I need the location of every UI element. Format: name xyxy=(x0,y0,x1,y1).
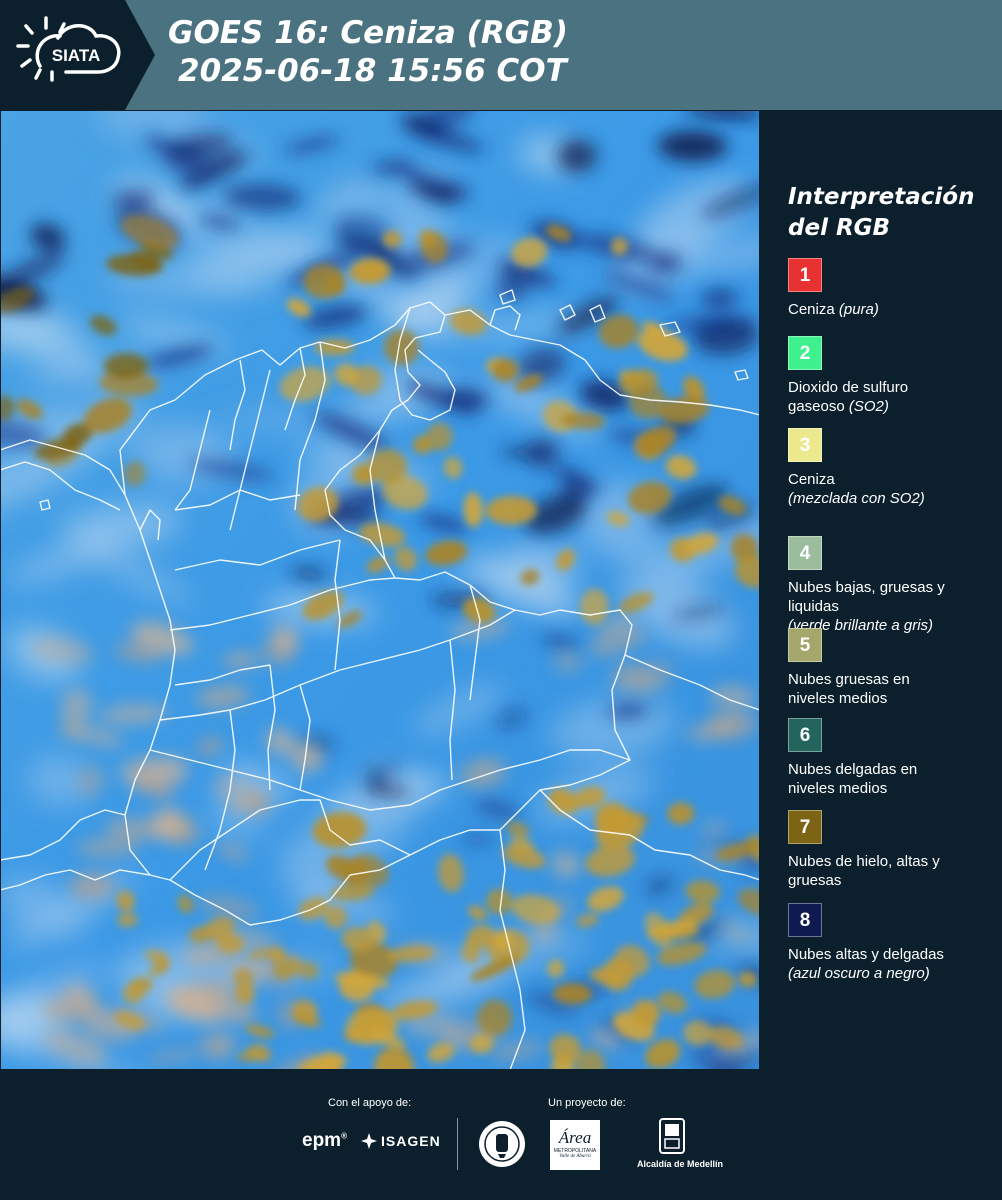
isagen-logo-text: ISAGEN xyxy=(381,1133,441,1149)
header-bar: SIATA GOES 16: Ceniza (RGB) 2025-06-18 1… xyxy=(0,0,1002,110)
legend-item-2: 2 Dioxido de sulfuro gaseoso (SO2) xyxy=(788,336,993,416)
area-logo-text: Área xyxy=(558,1128,592,1147)
footer-bar: Con el apoyo de: Un proyecto de: epm® IS… xyxy=(0,1070,1002,1200)
legend-line-text: gaseoso xyxy=(788,398,845,415)
legend-note: (SO2) xyxy=(848,398,889,415)
legend-description: Nubes bajas, gruesas y liquidas (verde bri… xyxy=(788,578,993,635)
legend-item-5: 5 Nubes gruesas en niveles medios xyxy=(788,628,993,708)
siata-logo-icon: SIATA xyxy=(0,0,155,110)
legend-swatch: 7 xyxy=(788,810,822,844)
legend-line: gaseoso (SO2) xyxy=(788,397,993,416)
legend-line: Nubes altas y delgadas xyxy=(788,945,993,964)
legend-item-7: 7 Nubes de hielo, altas y gruesas xyxy=(788,810,993,890)
siata-logo: SIATA xyxy=(0,0,155,110)
legend-line: Ceniza (pura) xyxy=(788,300,993,319)
legend-description: Nubes gruesas en niveles medios xyxy=(788,670,993,708)
legend-line: Dioxido de sulfuro xyxy=(788,378,993,397)
epm-logo: epm® xyxy=(302,1130,347,1151)
legend-line-text: Nubes bajas, gruesas y xyxy=(788,579,945,596)
legend-line: Nubes gruesas en xyxy=(788,670,993,689)
alcaldia-logo-text: Alcaldía de Medellín xyxy=(637,1159,724,1169)
legend-swatch: 5 xyxy=(788,628,822,662)
support-label: Con el apoyo de: xyxy=(328,1097,412,1109)
legend-line-text: Dioxido de sulfuro xyxy=(788,379,909,396)
legend-item-6: 6 Nubes delgadas en niveles medios xyxy=(788,718,993,798)
legend-note: (mezclada con SO2) xyxy=(788,490,925,507)
legend-description: Nubes de hielo, altas y gruesas xyxy=(788,852,993,890)
legend-line-text: Nubes delgadas en xyxy=(788,761,918,778)
legend-title-line1: Interpretación xyxy=(788,184,975,210)
title-product: GOES 16: Ceniza (RGB) xyxy=(168,15,568,51)
legend-line-text: niveles medios xyxy=(788,780,888,797)
legend-title-line2: del RGB xyxy=(788,215,891,241)
legend-note: (pura) xyxy=(838,301,879,318)
legend-item-3: 3 Ceniza (mezclada con SO2) xyxy=(788,428,993,508)
page-title: GOES 16: Ceniza (RGB) 2025-06-18 15:56 C… xyxy=(168,14,568,90)
legend-swatch: 4 xyxy=(788,536,822,570)
legend-line-text: Nubes de hielo, altas y xyxy=(788,853,940,870)
legend-line: Nubes bajas, gruesas y xyxy=(788,578,993,597)
legend-note-line: (azul oscuro a negro) xyxy=(788,964,993,983)
legend-line-text: liquidas xyxy=(788,598,839,615)
legend-line: Ceniza xyxy=(788,470,993,489)
legend-item-1: 1 Ceniza (pura) xyxy=(788,258,993,319)
legend-swatch: 3 xyxy=(788,428,822,462)
satellite-map[interactable] xyxy=(0,110,760,1070)
legend-line: liquidas xyxy=(788,597,993,616)
legend-line-text: niveles medios xyxy=(788,690,888,707)
legend-item-8: 8 Nubes altas y delgadas (azul oscuro a ne… xyxy=(788,903,993,983)
project-label: Un proyecto de: xyxy=(548,1097,626,1109)
legend-description: Nubes altas y delgadas (azul oscuro a neg… xyxy=(788,945,993,983)
area-logo-sub2: Valle de Aburrá xyxy=(559,1154,591,1159)
legend-line-text: Ceniza xyxy=(788,471,835,488)
legend-swatch: 8 xyxy=(788,903,822,937)
medellin-shield-icon xyxy=(659,1118,685,1154)
legend-note: (azul oscuro a negro) xyxy=(788,965,930,982)
legend-line: niveles medios xyxy=(788,689,993,708)
legend-swatch: 2 xyxy=(788,336,822,370)
legend-line-text: Nubes gruesas en xyxy=(788,671,910,688)
legend-line: Nubes de hielo, altas y xyxy=(788,852,993,871)
alcaldia-medellin-logo: Alcaldía de Medellín xyxy=(637,1118,724,1169)
legend-panel: Interpretación del RGB 1 Ceniza (pura) 2 Di… xyxy=(760,110,1002,1070)
legend-line-text: Ceniza xyxy=(788,301,835,318)
isagen-logo: ISAGEN xyxy=(360,1132,441,1150)
legend-line-text: gruesas xyxy=(788,872,842,889)
legend-line: niveles medios xyxy=(788,779,993,798)
legend-description: Nubes delgadas en niveles medios xyxy=(788,760,993,798)
legend-swatch: 6 xyxy=(788,718,822,752)
legend-item-4: 4 Nubes bajas, gruesas y liquidas (verde br… xyxy=(788,536,993,635)
legend-description: Dioxido de sulfuro gaseoso (SO2) xyxy=(788,378,993,416)
area-metropolitana-logo: Área METROPOLITANA Valle de Aburrá xyxy=(550,1120,600,1170)
legend-line: Nubes delgadas en xyxy=(788,760,993,779)
svg-text:SIATA: SIATA xyxy=(52,46,100,65)
title-timestamp: 2025-06-18 15:56 COT xyxy=(178,53,567,89)
legend-title: Interpretación del RGB xyxy=(788,182,974,244)
isagen-star-icon xyxy=(361,1133,377,1149)
footer-divider xyxy=(457,1118,458,1170)
legend-line-text: Nubes altas y delgadas xyxy=(788,946,944,963)
legend-line: gruesas xyxy=(788,871,993,890)
legend-note-line: (mezclada con SO2) xyxy=(788,489,993,508)
epm-logo-text: epm xyxy=(302,1130,342,1151)
cloud-blob xyxy=(70,872,115,900)
legend-swatch: 1 xyxy=(788,258,822,292)
legend-description: Ceniza (pura) xyxy=(788,300,993,319)
satellite-image xyxy=(0,110,760,1070)
universidad-seal xyxy=(478,1120,526,1173)
seal-icon xyxy=(479,1121,525,1167)
legend-description: Ceniza (mezclada con SO2) xyxy=(788,470,993,508)
